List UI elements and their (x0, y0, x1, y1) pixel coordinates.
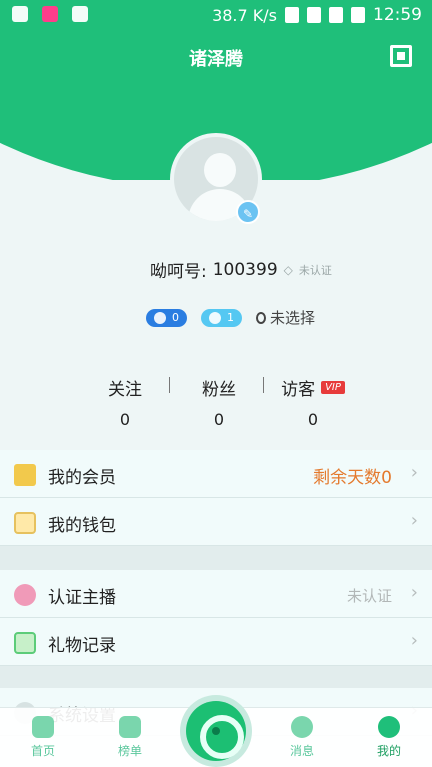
follow-value: 0 (119, 410, 131, 429)
member-label: 我的会员 (48, 468, 116, 488)
signal-icon (329, 7, 343, 23)
wallet-label: 我的钱包 (48, 516, 116, 536)
location-pin-icon (256, 311, 266, 324)
tab-messages-label: 消息 (289, 744, 314, 758)
user-id-label: 呦呵号: (150, 262, 207, 282)
location-icon (285, 7, 299, 23)
chevron-right-icon: › (410, 510, 418, 531)
fans-label: 粉丝 (202, 380, 236, 400)
stat-follow[interactable]: 关注 0 (80, 375, 170, 429)
store-icon (72, 6, 88, 22)
stats-separator (169, 377, 170, 393)
section-divider (0, 546, 432, 570)
crown-icon (14, 464, 36, 486)
tab-messages[interactable]: 消息 (267, 716, 337, 759)
location-text: 未选择 (270, 309, 316, 327)
visitors-value: 0 (307, 410, 319, 429)
anchor-verification-label: 认证主播 (48, 588, 116, 608)
member-days-left: 剩余天数0 (313, 468, 392, 488)
visitors-label: 访客 (281, 380, 316, 400)
center-live-button[interactable] (186, 701, 246, 761)
gift-icon (14, 632, 36, 654)
location-selector[interactable]: 未选择 (256, 307, 315, 328)
menu-row-gift-records[interactable]: 礼物记录 › (0, 618, 432, 666)
chat-icon (12, 6, 28, 22)
page-title: 诸泽腾 (189, 49, 243, 70)
profile-icon (378, 716, 400, 738)
heart-chat-icon (209, 311, 221, 324)
stat-visitors[interactable]: 访客 VIP 0 (268, 375, 358, 429)
follow-label: 关注 (108, 380, 142, 400)
tab-rank-label: 榜单 (117, 744, 142, 758)
anchor-verification-status: 未认证 (346, 587, 392, 605)
stat-fans[interactable]: 粉丝 0 (174, 375, 264, 429)
menu-row-wallet[interactable]: 我的钱包 › (0, 498, 432, 546)
rank-icon (119, 716, 141, 738)
home-icon (32, 716, 54, 738)
battery-icon (351, 7, 365, 23)
message-count: 1 (227, 310, 234, 324)
messages-icon (291, 716, 313, 738)
shopping-bag-icon (42, 6, 58, 22)
edit-profile-button[interactable]: ✎ (236, 200, 260, 224)
wallet-icon (14, 512, 36, 534)
male-icon (154, 311, 166, 324)
section-divider (0, 666, 432, 688)
tab-mine[interactable]: 我的 (354, 716, 424, 759)
diamond-icon: ◇ (283, 262, 293, 277)
chevron-right-icon: › (410, 462, 418, 483)
gender-badge: 0 (146, 308, 187, 327)
status-right: 38.7 K/s 12:59 (212, 5, 422, 25)
tab-home[interactable]: 首页 (8, 716, 78, 759)
status-bar: 38.7 K/s 12:59 (0, 0, 432, 30)
bottom-nav: 首页 榜单 消息 我的 (0, 701, 432, 767)
wifi-icon (307, 7, 321, 23)
gift-records-label: 礼物记录 (48, 636, 116, 656)
visitors-label-row: 访客 VIP (281, 375, 345, 400)
chevron-right-icon: › (410, 630, 418, 651)
fans-value: 0 (213, 410, 225, 429)
tab-mine-label: 我的 (376, 744, 401, 758)
verification-badge-icon (14, 584, 36, 606)
message-badge: 1 (201, 308, 242, 327)
profile-badges: 0 1 未选择 (146, 307, 315, 328)
verify-status-small: 未认证 (298, 263, 332, 277)
stats-separator (263, 377, 264, 393)
network-speed: 38.7 K/s (212, 5, 277, 25)
qr-code-icon[interactable] (390, 45, 412, 67)
tab-rank[interactable]: 榜单 (95, 716, 165, 759)
avatar-placeholder-head (204, 153, 236, 187)
chevron-right-icon: › (410, 582, 418, 603)
user-id-line: 呦呵号: 100399 ◇ 未认证 (150, 257, 332, 283)
menu-row-member[interactable]: 我的会员 剩余天数0 › (0, 450, 432, 498)
vip-badge: VIP (321, 381, 345, 394)
gender-count: 0 (172, 310, 179, 324)
tab-home-label: 首页 (30, 744, 55, 758)
menu-row-anchor-verification[interactable]: 认证主播 未认证 › (0, 570, 432, 618)
clock: 12:59 (373, 5, 422, 25)
status-left-icons (12, 6, 88, 22)
user-id-value: 100399 (212, 259, 278, 280)
profile-stats: 关注 0 粉丝 0 访客 VIP 0 (80, 375, 380, 435)
